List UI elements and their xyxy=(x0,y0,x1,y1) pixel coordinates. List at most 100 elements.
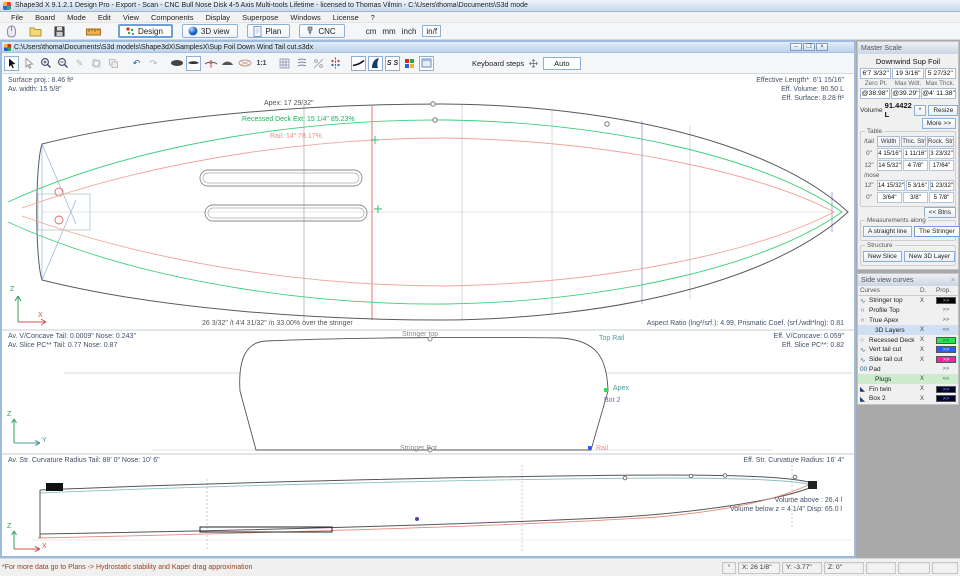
colors-icon[interactable] xyxy=(402,56,417,71)
thickness-view-icon[interactable] xyxy=(186,56,201,71)
menu-display[interactable]: Display xyxy=(199,13,236,22)
slice-view[interactable]: Av. V/Concave Tail: 0.0009" Nose: 0.243"… xyxy=(2,331,854,455)
slices-stack-icon[interactable] xyxy=(294,56,309,71)
grid-icon[interactable] xyxy=(277,56,292,71)
rotate-tool-icon[interactable] xyxy=(89,56,104,71)
mouse-settings-icon[interactable] xyxy=(4,25,19,38)
unit-mm[interactable]: mm xyxy=(382,27,395,36)
zero-pt-value[interactable]: @38.98" xyxy=(860,88,890,99)
profile-view[interactable]: Av. Str. Curvature Radius Tail: 88' 0" N… xyxy=(2,455,854,556)
zoom-1-1-icon[interactable]: 1:1 xyxy=(254,56,269,71)
btns-toggle-button[interactable]: << Btns xyxy=(924,207,956,218)
deck-view-icon[interactable] xyxy=(220,56,235,71)
menu-mode[interactable]: Mode xyxy=(61,13,92,22)
outline-view-icon[interactable] xyxy=(169,56,184,71)
prop-button[interactable]: << xyxy=(936,327,956,334)
straight-line-button[interactable]: A straight line xyxy=(863,226,912,237)
design-mode-button[interactable]: Design xyxy=(118,24,173,38)
unit-inch[interactable]: inch xyxy=(402,27,417,36)
curve-row-profile-top[interactable]: ∩ Profile Top >> xyxy=(858,306,958,316)
box-slot[interactable] xyxy=(205,205,367,221)
col-rocker-button[interactable]: Rock. Str xyxy=(927,136,954,147)
zoom-in-icon[interactable] xyxy=(38,56,53,71)
redo-icon[interactable]: ↷ xyxy=(146,56,161,71)
master-scale-header[interactable]: Master Scale xyxy=(858,42,958,54)
width-value[interactable]: 19 3/16" xyxy=(892,68,923,79)
col-thickness-button[interactable]: Thic. Str xyxy=(901,136,926,147)
resize-button[interactable]: Resize xyxy=(928,105,958,116)
menu-help[interactable]: ? xyxy=(365,13,381,22)
menu-board[interactable]: Board xyxy=(29,13,61,22)
prop-button[interactable]: >> xyxy=(936,307,956,314)
deck-profile-curve[interactable] xyxy=(40,475,812,490)
open-file-icon[interactable] xyxy=(28,25,43,38)
curve-row-true-apex[interactable]: ∩ True Apex >> xyxy=(858,316,958,326)
unit-inf[interactable]: in/f xyxy=(422,25,441,37)
cursor-tool-icon[interactable] xyxy=(4,56,19,71)
wireframe-view-icon[interactable] xyxy=(237,56,252,71)
control-point[interactable] xyxy=(55,216,63,224)
curve-row-plugs[interactable]: Plugs X << xyxy=(858,374,958,384)
curve-row-box-2[interactable]: ◣ Box 2 X >> xyxy=(858,394,958,404)
auto-button[interactable]: Auto xyxy=(543,57,580,70)
ruler-icon[interactable] xyxy=(86,25,101,38)
select-points-tool-icon[interactable] xyxy=(21,56,36,71)
bottom-rocker-curve[interactable] xyxy=(40,487,812,534)
zoom-out-icon[interactable] xyxy=(55,56,70,71)
curve-row-pad[interactable]: 00 Pad >> xyxy=(858,365,958,375)
slice-view-icon[interactable] xyxy=(203,56,218,71)
apex-point-marker[interactable] xyxy=(604,388,608,392)
star-button[interactable]: * xyxy=(914,105,927,116)
unit-cm[interactable]: cm xyxy=(366,27,377,36)
prop-button[interactable]: >> xyxy=(936,366,956,373)
edit-pen-icon[interactable]: ✎ xyxy=(72,56,87,71)
cnc-mode-button[interactable]: CNC xyxy=(299,24,344,38)
prop-button[interactable]: >> xyxy=(936,386,956,393)
curvature-icon[interactable]: S S xyxy=(385,56,400,71)
undo-icon[interactable]: ↶ xyxy=(129,56,144,71)
selected-point[interactable] xyxy=(415,517,419,521)
close-icon[interactable]: × xyxy=(951,277,955,284)
fin-box[interactable] xyxy=(46,483,63,491)
prop-button[interactable]: >> xyxy=(936,346,956,353)
prop-button[interactable]: >> xyxy=(936,317,956,324)
new-slice-button[interactable]: New Slice xyxy=(863,251,902,262)
document-titlebar[interactable]: C:\Users\thoma\Documents\S3d models\Shap… xyxy=(2,42,854,53)
mdi-restore-button[interactable]: ❐ xyxy=(803,43,815,51)
menu-superpose[interactable]: Superpose xyxy=(236,13,284,22)
menu-windows[interactable]: Windows xyxy=(284,13,326,22)
menu-components[interactable]: Components xyxy=(145,13,200,22)
curve-row-fin-twin[interactable]: ◣ Fin twin X >> xyxy=(858,384,958,394)
max-wdt-value[interactable]: @39.29" xyxy=(891,88,921,99)
curve-row-vert-tail-cut[interactable]: ∿ Vert tail cut X >> xyxy=(858,345,958,355)
length-value[interactable]: 6'7 3/32" xyxy=(860,68,891,79)
apex-marker[interactable] xyxy=(431,102,435,106)
col-width-button[interactable]: Width xyxy=(877,136,900,147)
curve-row-recessed-deck[interactable]: ○ Recessed Deck X >> xyxy=(858,335,958,345)
mdi-minimize-button[interactable]: – xyxy=(790,43,802,51)
menu-view[interactable]: View xyxy=(117,13,145,22)
box-slot[interactable] xyxy=(200,170,362,186)
menu-license[interactable]: License xyxy=(327,13,365,22)
measure-icon[interactable] xyxy=(311,56,326,71)
prop-button[interactable]: >> xyxy=(936,395,956,402)
side-view-curves-header[interactable]: Side view curves × xyxy=(858,274,958,286)
rail-point-marker[interactable] xyxy=(588,446,591,449)
plan-mode-button[interactable]: Plan xyxy=(247,24,290,38)
prop-button[interactable]: >> xyxy=(936,337,956,344)
curve-row-side-tail-cut[interactable]: ∿ Side tail cut X >> xyxy=(858,355,958,365)
stringer-button[interactable]: The Stringer xyxy=(914,226,960,237)
outline-view[interactable]: Surface proj.: 8.46 ft² Av. width: 15 5/… xyxy=(2,74,854,331)
menu-edit[interactable]: Edit xyxy=(92,13,117,22)
symmetry-icon[interactable] xyxy=(328,56,343,71)
3d-view-button[interactable]: 3D view xyxy=(182,24,238,38)
prop-button[interactable]: << xyxy=(936,376,956,383)
thickness-value[interactable]: 5 27/32" xyxy=(925,68,956,79)
prop-button[interactable]: >> xyxy=(936,297,956,304)
more-button[interactable]: More >> xyxy=(922,118,956,129)
slice-section-curve[interactable] xyxy=(240,337,608,450)
rocker-curve-icon[interactable] xyxy=(351,56,366,71)
menu-file[interactable]: File xyxy=(5,13,29,22)
properties-panel-icon[interactable] xyxy=(419,56,434,71)
mdi-close-button[interactable]: × xyxy=(816,43,828,51)
